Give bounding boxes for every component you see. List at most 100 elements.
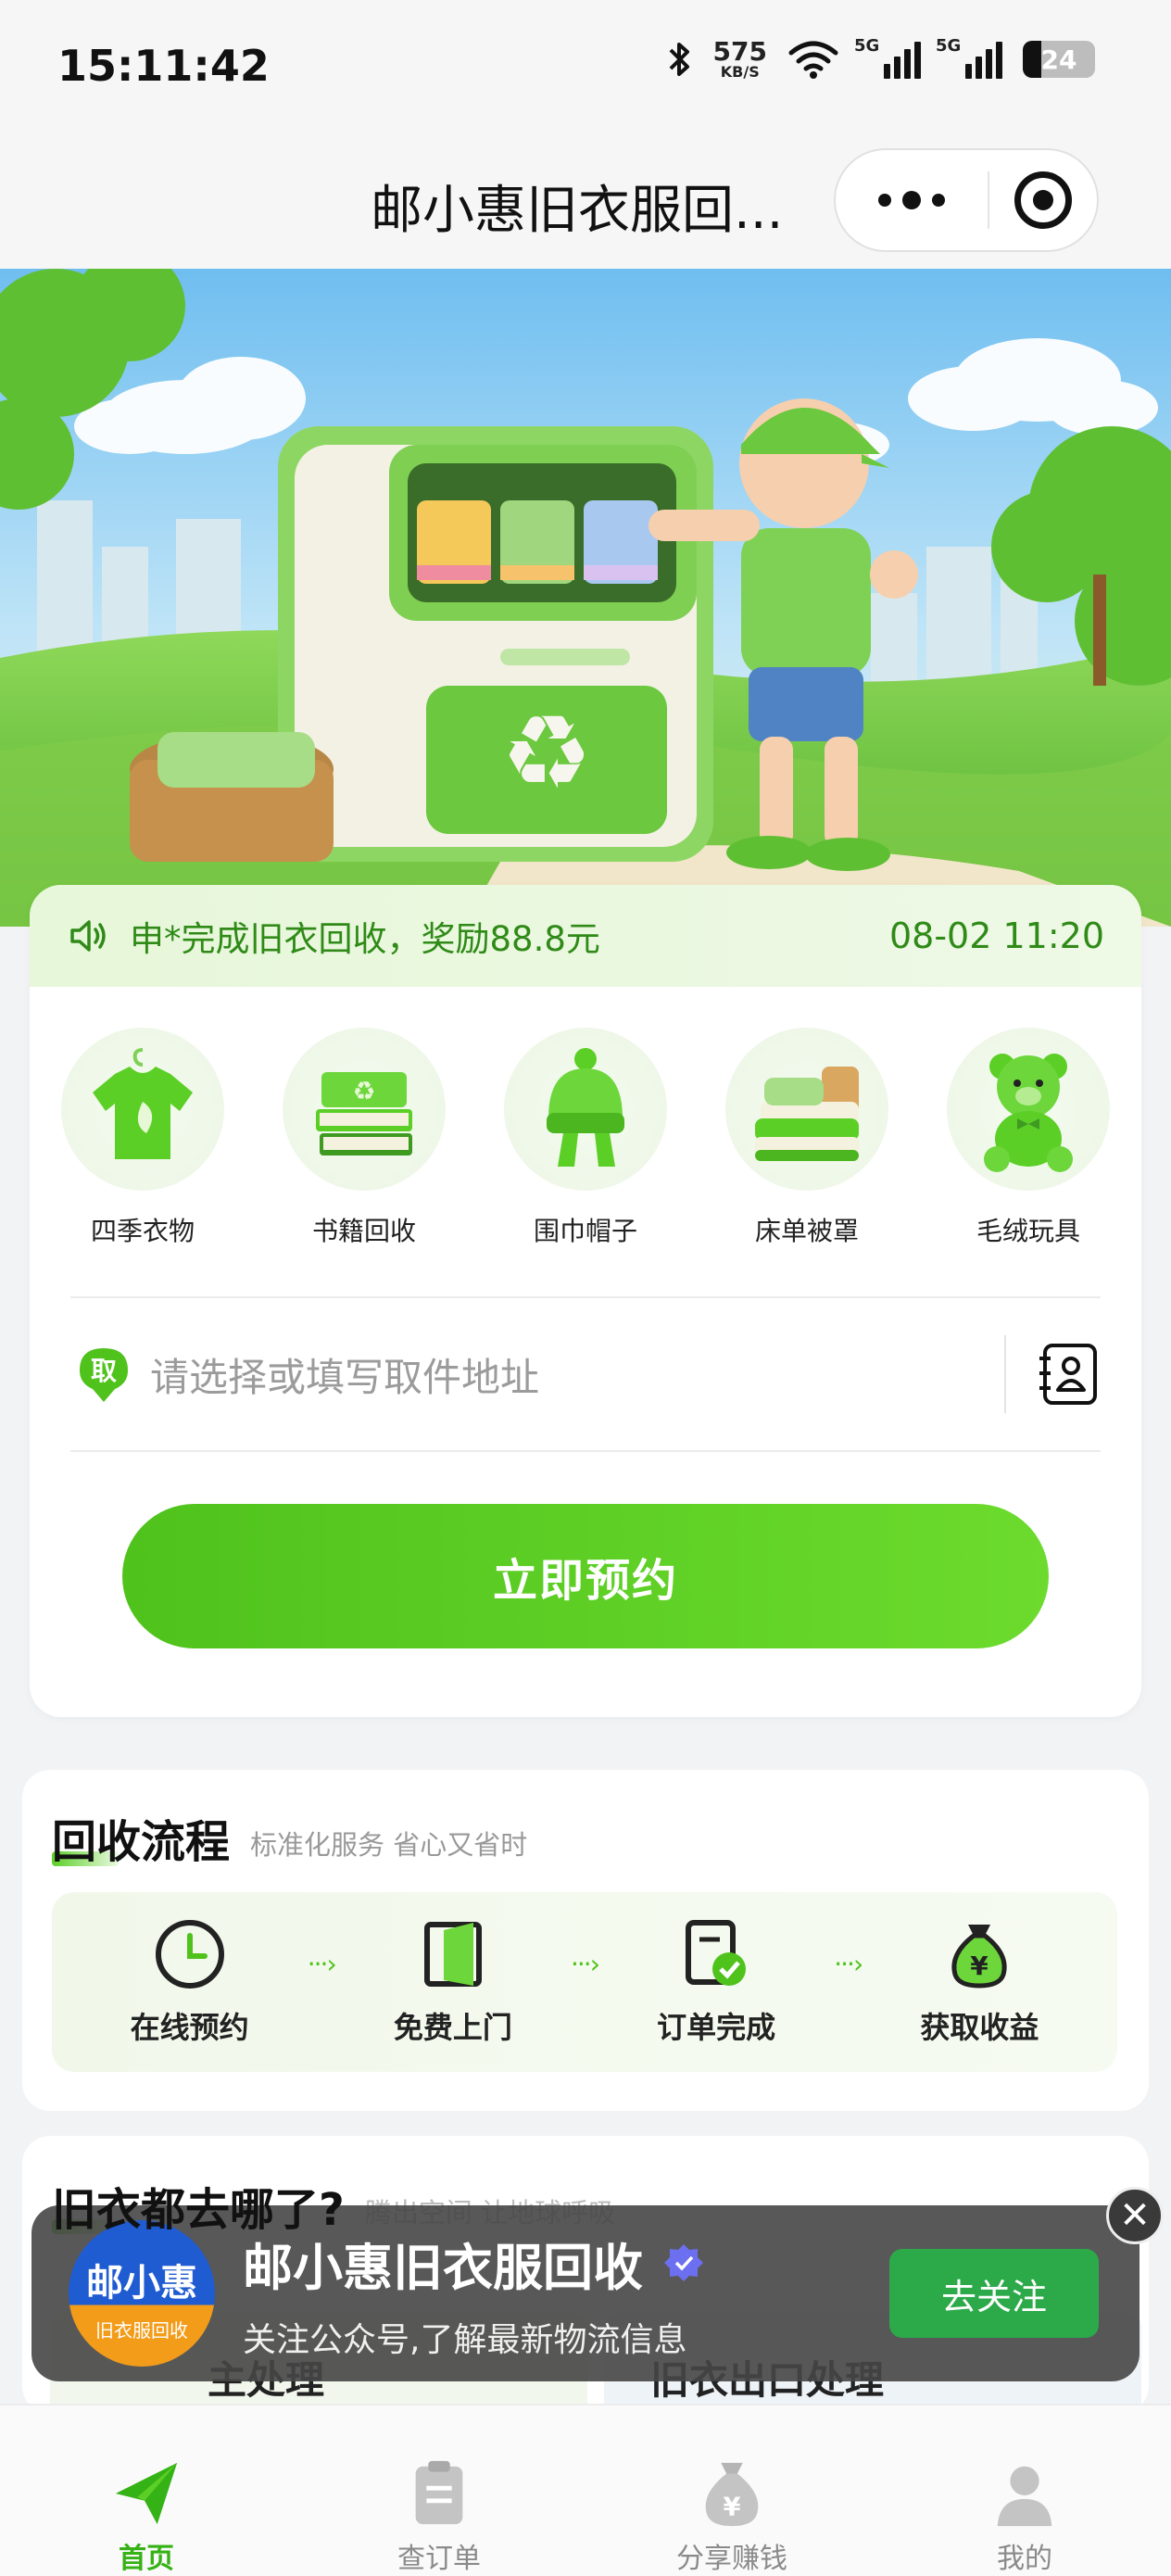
follow-text: 邮小惠旧衣服回收 关注公众号,了解最新物流信息 bbox=[243, 2227, 704, 2361]
step-arrow-icon: ···› bbox=[571, 1948, 600, 1979]
where-title: 旧衣都去哪了? bbox=[52, 2184, 345, 2236]
user-icon bbox=[997, 2466, 1052, 2527]
book-now-button[interactable]: 立即预约 bbox=[122, 1504, 1049, 1648]
process-steps: 在线预约 ···› 免费上门 ···› 订单完成 ···› ¥ 获取收益 bbox=[52, 1892, 1117, 2072]
pickup-pin-label: 取 bbox=[91, 1356, 117, 1386]
battery-level: 24 bbox=[1040, 44, 1077, 75]
address-row: 取 请选择或填写取件地址 bbox=[70, 1296, 1101, 1452]
process-header: 回收流程 标准化服务 省心又省时 bbox=[52, 1805, 527, 1870]
bluetooth-icon bbox=[669, 43, 689, 76]
tab-label: 我的 bbox=[997, 2543, 1052, 2575]
step-arrow-icon: ···› bbox=[307, 1948, 337, 1979]
logo-sub-text: 旧衣服回收 bbox=[95, 2318, 188, 2342]
money-bag-icon: ¥ bbox=[951, 1925, 1007, 1989]
hero-banner: ♻ bbox=[0, 269, 1171, 927]
verified-icon bbox=[664, 2244, 703, 2281]
notice-text: 申*完成旧衣回收，奖励88.8元 bbox=[130, 919, 600, 959]
step-free-pickup: 免费上门 bbox=[370, 1917, 536, 2047]
logo-main-text: 邮小惠 bbox=[86, 2261, 197, 2305]
battery-icon: 24 bbox=[1023, 41, 1095, 78]
svg-text:♻: ♻ bbox=[352, 1076, 375, 1106]
follow-button[interactable]: 去关注 bbox=[889, 2249, 1099, 2338]
more-dot-icon bbox=[902, 191, 921, 209]
target-icon bbox=[1014, 171, 1072, 229]
hero-illustration: ♻ bbox=[0, 269, 1171, 927]
net-speed-value: 575 bbox=[712, 36, 767, 67]
signal-5g-2-icon: 5G bbox=[936, 36, 1002, 79]
signal-5g-1-label: 5G bbox=[854, 36, 880, 56]
speaker-icon bbox=[70, 920, 106, 952]
category-label: 书籍回收 bbox=[311, 1216, 416, 1246]
books-icon: ♻ bbox=[283, 1028, 446, 1191]
scarf-hat-icon bbox=[504, 1028, 667, 1191]
clock-icon bbox=[155, 1920, 224, 1989]
category-clothes[interactable]: 四季衣物 bbox=[50, 1028, 235, 1248]
more-dot-icon bbox=[878, 194, 891, 207]
net-speed-unit: KB/S bbox=[720, 63, 760, 81]
category-label: 毛绒玩具 bbox=[976, 1216, 1080, 1246]
step-label: 在线预约 bbox=[130, 2010, 249, 2045]
close-popup-button[interactable]: ✕ bbox=[1106, 2187, 1164, 2244]
tab-label: 分享赚钱 bbox=[676, 2543, 787, 2575]
step-arrow-icon: ···› bbox=[834, 1948, 863, 1979]
page-title: 邮小惠旧衣服回... bbox=[371, 181, 784, 241]
mini-program-nav: 邮小惠旧衣服回... bbox=[0, 139, 1171, 269]
door-icon bbox=[423, 1922, 482, 1987]
step-order-complete: 订单完成 bbox=[633, 1917, 800, 2047]
notice-time: 08-02 11:20 bbox=[888, 915, 1104, 956]
step-label: 免费上门 bbox=[393, 2010, 512, 2045]
svg-text:¥: ¥ bbox=[971, 1951, 989, 1981]
signal-5g-2-label: 5G bbox=[936, 36, 962, 56]
address-book-button[interactable] bbox=[1038, 1342, 1099, 1407]
teddy-bear-icon bbox=[947, 1028, 1110, 1191]
category-scarf-hat[interactable]: 围巾帽子 bbox=[493, 1028, 678, 1248]
bedding-icon bbox=[725, 1028, 888, 1191]
home-plane-icon bbox=[115, 2462, 178, 2525]
category-bedding[interactable]: 床单被罩 bbox=[714, 1028, 900, 1248]
address-input[interactable]: 请选择或填写取件地址 bbox=[150, 1346, 1004, 1403]
recycle-process-card: 回收流程 标准化服务 省心又省时 在线预约 ···› 免费上门 ···› 订单完… bbox=[22, 1770, 1149, 2111]
process-title: 回收流程 bbox=[52, 1816, 231, 1868]
tab-share-earn[interactable]: ¥ 分享赚钱 bbox=[586, 2406, 878, 2576]
tab-label: 首页 bbox=[119, 2543, 174, 2575]
bottom-tab-bar: 首页 查订单 ¥ 分享赚钱 我的 bbox=[0, 2404, 1171, 2576]
signal-5g-1-icon: 5G bbox=[854, 36, 921, 79]
category-books[interactable]: ♻ 书籍回收 bbox=[271, 1028, 457, 1248]
close-miniprogram-button[interactable] bbox=[989, 171, 1097, 229]
pickup-pin-icon: 取 bbox=[76, 1345, 132, 1404]
money-bag-icon: ¥ bbox=[705, 2462, 759, 2527]
svg-text:♻: ♻ bbox=[501, 693, 593, 812]
more-button[interactable] bbox=[836, 171, 989, 229]
step-online-booking: 在线预约 bbox=[107, 1917, 273, 2047]
step-label: 订单完成 bbox=[657, 2010, 776, 2045]
tab-label: 查订单 bbox=[397, 2543, 481, 2575]
category-label: 围巾帽子 bbox=[533, 1216, 637, 1246]
category-label: 床单被罩 bbox=[754, 1216, 859, 1246]
tshirt-icon bbox=[61, 1028, 224, 1191]
tab-home[interactable]: 首页 bbox=[0, 2406, 293, 2576]
status-bar: 15:11:42 575 KB/S 5G 5G 24 bbox=[0, 0, 1171, 139]
category-label: 四季衣物 bbox=[90, 1216, 195, 1246]
tab-mine[interactable]: 我的 bbox=[878, 2406, 1171, 2576]
status-time: 15:11:42 bbox=[57, 41, 270, 91]
category-plush-toys[interactable]: 毛绒玩具 bbox=[936, 1028, 1121, 1248]
step-label: 获取收益 bbox=[920, 2010, 1039, 2045]
reward-notice-bar: 申*完成旧衣回收，奖励88.8元 08-02 11:20 bbox=[30, 885, 1141, 987]
capsule-menu bbox=[834, 148, 1099, 252]
divider bbox=[1004, 1335, 1006, 1413]
tab-orders[interactable]: 查订单 bbox=[293, 2406, 586, 2576]
category-list: 四季衣物 ♻ 书籍回收 围巾帽子 床单被罩 毛绒玩具 bbox=[30, 1028, 1141, 1248]
clipboard-icon bbox=[415, 2460, 463, 2525]
order-done-icon bbox=[686, 1920, 747, 1986]
net-speed: 575 KB/S bbox=[713, 39, 767, 80]
account-logo: 邮小惠 旧衣服回收 bbox=[69, 2220, 215, 2367]
process-subtitle: 标准化服务 省心又省时 bbox=[250, 1829, 528, 1861]
status-icons: 575 KB/S 5G 5G 24 bbox=[665, 36, 1095, 80]
more-dot-icon bbox=[932, 194, 945, 207]
contact-book-icon bbox=[1039, 1344, 1097, 1405]
booking-card: 申*完成旧衣回收，奖励88.8元 08-02 11:20 四季衣物 ♻ 书籍回收… bbox=[30, 885, 1141, 1717]
svg-text:¥: ¥ bbox=[724, 2493, 741, 2521]
account-desc: 关注公众号,了解最新物流信息 bbox=[243, 2320, 687, 2359]
wifi-icon bbox=[788, 41, 838, 79]
step-get-income: ¥ 获取收益 bbox=[896, 1917, 1063, 2047]
